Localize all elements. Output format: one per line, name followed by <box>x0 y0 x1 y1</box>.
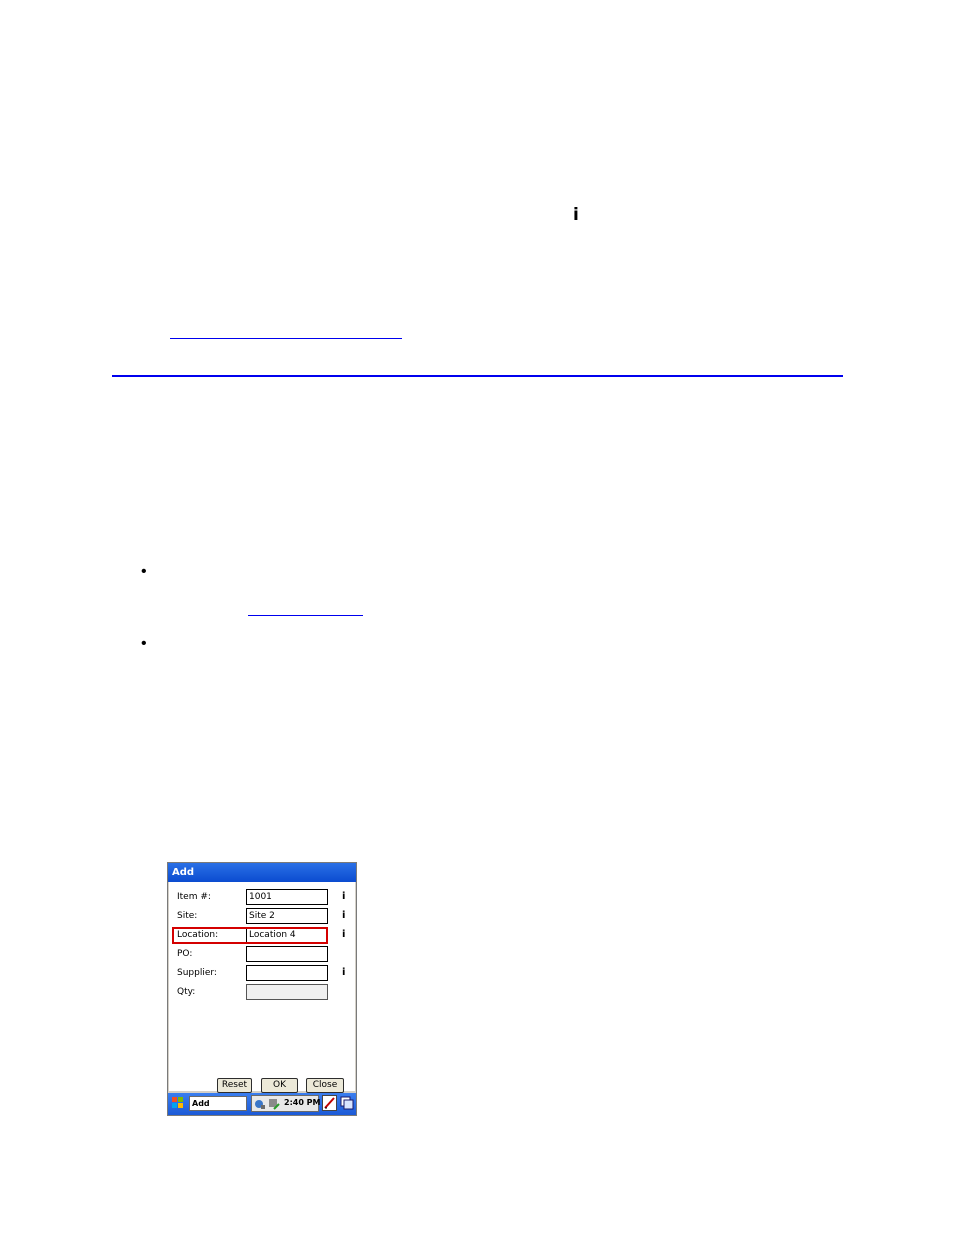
network-connection-icon[interactable] <box>254 1098 266 1110</box>
qty-label: Qty: <box>177 987 196 997</box>
close-button[interactable]: Close <box>306 1078 344 1093</box>
clock[interactable]: 2:40 PM <box>284 1098 321 1107</box>
bullet-marker: • <box>141 635 147 652</box>
po-field[interactable] <box>246 946 328 962</box>
dialog-title: Add <box>168 863 356 882</box>
system-tray: 2:40 PM <box>251 1095 321 1112</box>
section-divider <box>112 375 843 377</box>
location-info-icon[interactable]: i <box>342 929 345 940</box>
windows-flag-icon[interactable] <box>171 1096 185 1110</box>
reset-button[interactable]: Reset <box>217 1078 252 1093</box>
qty-field[interactable] <box>246 984 328 1000</box>
item-number-info-icon[interactable]: i <box>342 891 345 902</box>
site-label: Site: <box>177 911 198 921</box>
location-highlight-box <box>172 927 328 944</box>
device-screenshot: Add Item #: 1001 i Site: Site 2 i Locati… <box>167 862 357 1116</box>
site-field[interactable]: Site 2 <box>246 908 328 924</box>
po-label: PO: <box>177 949 193 959</box>
task-add-button[interactable]: Add <box>189 1096 247 1111</box>
hyperlink-underline[interactable] <box>248 615 363 616</box>
site-info-icon[interactable]: i <box>342 910 345 921</box>
item-number-field[interactable]: 1001 <box>246 889 328 905</box>
show-desktop-icon[interactable] <box>340 1095 354 1111</box>
info-icon: i <box>573 205 579 225</box>
supplier-label: Supplier: <box>177 968 217 978</box>
item-number-label: Item #: <box>177 892 211 902</box>
supplier-field[interactable] <box>246 965 328 981</box>
device-sync-icon[interactable] <box>268 1098 280 1110</box>
bullet-marker: • <box>141 563 147 580</box>
supplier-info-icon[interactable]: i <box>342 967 345 978</box>
keyboard-input-icon[interactable] <box>322 1095 337 1111</box>
form-area: Item #: 1001 i Site: Site 2 i Location: … <box>169 882 355 1093</box>
hyperlink-underline[interactable] <box>170 338 402 339</box>
ok-button[interactable]: OK <box>261 1078 298 1093</box>
taskbar: Add 2:40 PM <box>168 1093 356 1115</box>
